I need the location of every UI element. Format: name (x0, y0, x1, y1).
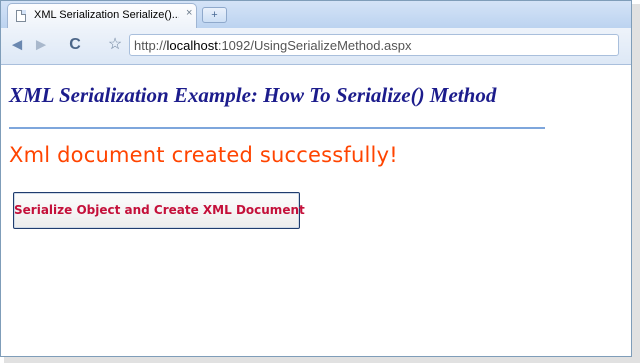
new-tab-button[interactable]: + (202, 7, 227, 23)
tab-title: XML Serialization Serialize()... (34, 9, 179, 21)
url-host: localhost (166, 38, 218, 53)
navigation-toolbar: ◄ ► C ☆ http://localhost:1092/UsingSeria… (1, 28, 631, 65)
back-arrow-icon[interactable]: ◄ (7, 35, 27, 55)
url-text: http://localhost:1092/UsingSerializeMeth… (134, 38, 412, 53)
url-path: :1092/UsingSerializeMethod.aspx (217, 38, 412, 53)
page-content: XML Serialization Example: How To Serial… (1, 65, 631, 356)
reload-icon[interactable]: C (65, 35, 85, 55)
serialize-button[interactable]: Serialize Object and Create XML Document (13, 192, 305, 229)
tab-active[interactable]: XML Serialization Serialize()... × (7, 3, 197, 28)
url-prefix: http:// (134, 38, 167, 53)
browser-window: XML Serialization Serialize()... × + ◄ ►… (0, 0, 632, 357)
page-icon (16, 10, 26, 22)
tab-close-icon[interactable]: × (186, 7, 192, 19)
forward-arrow-icon[interactable]: ► (31, 35, 51, 55)
address-bar[interactable]: http://localhost:1092/UsingSerializeMeth… (129, 34, 619, 56)
page-heading: XML Serialization Example: How To Serial… (9, 83, 497, 107)
tab-strip: XML Serialization Serialize()... × + (1, 1, 631, 29)
bookmark-star-icon[interactable]: ☆ (105, 35, 125, 55)
status-message: Xml document created successfully! (9, 143, 398, 167)
horizontal-rule (9, 127, 545, 129)
